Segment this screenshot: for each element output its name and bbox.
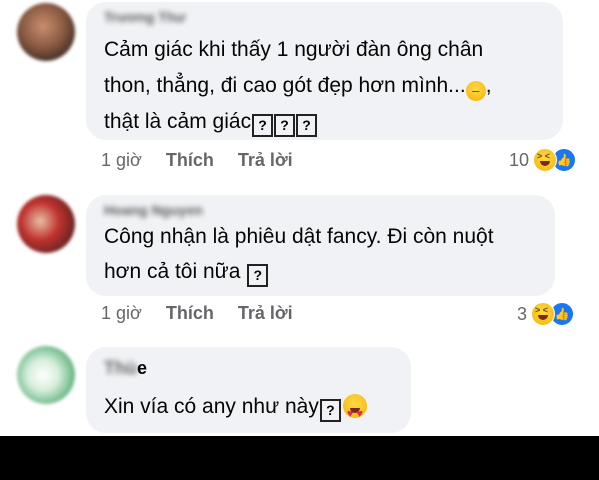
comment-bubble: Trương Thư Cảm giác khi thấy 1 người đàn…: [86, 2, 563, 140]
comment-line: Xin vía có any như này: [104, 395, 319, 418]
avatar[interactable]: [17, 3, 75, 61]
expressionless-emoji-icon: –: [465, 81, 486, 101]
heart-eyes-emoji-icon: [342, 394, 367, 432]
unknown-glyph: ?: [296, 114, 318, 137]
comment-time[interactable]: 1 giờ: [101, 150, 142, 171]
comment-line: Công nhận là phiêu dật fancy. Đi còn nuộ…: [104, 225, 494, 248]
comment-bubble: Thùe Xin vía có any như này?: [86, 347, 411, 433]
comment-line: thật là cảm giác: [104, 110, 252, 133]
unknown-glyph: ?: [247, 264, 269, 287]
reaction-summary[interactable]: 10 👍: [509, 148, 577, 172]
comment-author-suffix: e: [137, 358, 148, 378]
comment-text: Cảm giác khi thấy 1 người đàn ông chân t…: [104, 32, 545, 140]
comment-line: ,: [485, 74, 492, 97]
comment-line: hơn cả tôi nữa: [104, 260, 247, 283]
comment-line: thon, thẳng, đi cao gót đẹp hơn mình...: [104, 74, 466, 97]
reaction-count: 3: [517, 303, 528, 324]
reply-button[interactable]: Trả lời: [238, 303, 293, 324]
comment-text: Công nhận là phiêu dật fancy. Đi còn nuộ…: [104, 219, 537, 289]
comment-author-name: Thù: [104, 358, 137, 378]
like-button[interactable]: Thích: [166, 150, 214, 171]
comment-author-name: Hoang Nguyen: [104, 202, 203, 218]
unknown-glyph: ?: [274, 114, 296, 137]
comment-line: Cảm giác khi thấy 1 người đàn ông chân: [104, 38, 484, 61]
unknown-glyph: ?: [252, 114, 274, 137]
comment-text: Xin vía có any như này?: [104, 389, 393, 432]
comment-author[interactable]: Hoang Nguyen: [104, 201, 537, 219]
avatar[interactable]: [17, 346, 75, 404]
comment-bubble: Hoang Nguyen Công nhận là phiêu dật fanc…: [86, 195, 555, 296]
like-button[interactable]: Thích: [166, 303, 214, 324]
comment-actions: 1 giờ Thích Trả lời: [101, 150, 317, 171]
laughing-emoji-icon: [531, 302, 556, 326]
avatar[interactable]: [17, 195, 75, 253]
reaction-summary[interactable]: 3 👍: [517, 302, 575, 326]
reply-button[interactable]: Trả lời: [238, 150, 293, 171]
comment-actions: 1 giờ Thích Trả lời: [101, 303, 317, 324]
reaction-count: 10: [509, 149, 530, 170]
comment-author[interactable]: Trương Thư: [104, 8, 545, 26]
laughing-emoji-icon: [533, 148, 558, 172]
comment-author[interactable]: Thùe: [104, 359, 393, 377]
comment-time[interactable]: 1 giờ: [101, 303, 142, 324]
unknown-glyph: ?: [319, 399, 341, 422]
black-bar: [0, 436, 599, 480]
